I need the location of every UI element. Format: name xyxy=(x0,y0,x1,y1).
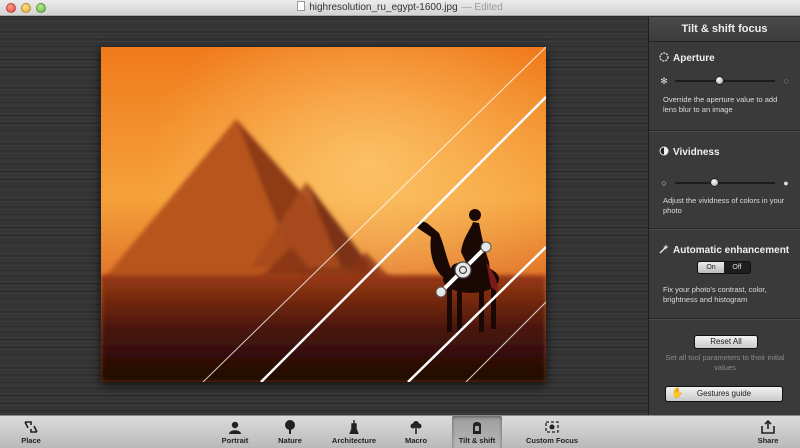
window-title: highresolution_ru_egypt-1600.jpg — Edited xyxy=(0,1,800,13)
tilt-shift-handle-start[interactable] xyxy=(435,286,447,298)
enhancement-toggle[interactable]: On Off xyxy=(697,261,751,274)
vividness-slider[interactable]: ○ ● xyxy=(659,177,791,189)
portrait-icon xyxy=(229,421,241,434)
vividness-icon xyxy=(659,146,669,156)
tilt-shift-handle-end[interactable] xyxy=(480,241,492,253)
nature-tool[interactable]: Nature xyxy=(270,416,310,448)
aperture-open-icon: ◌ xyxy=(783,76,789,86)
enhancement-heading: Automatic enhancement xyxy=(659,244,789,256)
aperture-heading: Aperture xyxy=(659,52,715,64)
document-icon xyxy=(297,1,306,11)
photo-image xyxy=(101,47,546,382)
window-filename: highresolution_ru_egypt-1600.jpg xyxy=(309,2,458,13)
vividness-low-icon: ○ xyxy=(661,178,667,188)
portrait-tool[interactable]: Portrait xyxy=(215,416,255,448)
tree-icon xyxy=(285,420,295,434)
aperture-slider[interactable]: ✻ ◌ xyxy=(659,75,791,87)
reset-all-button[interactable]: Reset All xyxy=(694,335,758,349)
gestures-guide-button[interactable]: ✋ Gestures guide xyxy=(665,386,783,402)
reset-section: Reset All Set all tool parameters to the… xyxy=(649,319,800,415)
aperture-section: Aperture ✻ ◌ Override the aperture value… xyxy=(649,43,800,131)
aperture-icon xyxy=(659,52,669,62)
flower-icon xyxy=(410,421,422,434)
hand-icon: ✋ xyxy=(671,388,684,399)
aperture-description: Override the aperture value to add lens … xyxy=(663,95,778,114)
place-icon xyxy=(24,421,38,433)
vividness-section: Vividness ○ ● Adjust the vividness of co… xyxy=(649,131,800,229)
statue-of-liberty-icon xyxy=(349,420,359,434)
macro-tool[interactable]: Macro xyxy=(398,416,434,448)
custom-focus-tool[interactable]: Custom Focus xyxy=(525,416,579,448)
share-icon xyxy=(761,420,775,434)
custom-focus-icon xyxy=(545,421,559,433)
vividness-high-icon: ● xyxy=(783,178,789,188)
tilt-shift-tool[interactable]: Tilt & shift xyxy=(452,416,502,448)
photo-preview xyxy=(101,47,546,382)
vividness-slider-knob[interactable] xyxy=(710,178,719,187)
settings-panel: Tilt & shift focus Aperture ✻ ◌ Override… xyxy=(648,17,800,415)
enhancement-on-option[interactable]: On xyxy=(698,262,724,273)
tilt-shift-icon xyxy=(473,422,481,434)
aperture-slider-knob[interactable] xyxy=(715,76,724,85)
place-tool[interactable]: Place xyxy=(12,416,50,448)
panel-title: Tilt & shift focus xyxy=(649,17,800,42)
title-bar: highresolution_ru_egypt-1600.jpg — Edited xyxy=(0,0,800,16)
reset-description: Set all tool parameters to their initial… xyxy=(665,353,785,372)
aperture-closed-icon: ✻ xyxy=(660,76,668,86)
vividness-description: Adjust the vividness of colors in your p… xyxy=(663,196,785,215)
canvas-area xyxy=(0,17,648,415)
tilt-shift-center-handle[interactable] xyxy=(454,261,472,279)
architecture-tool[interactable]: Architecture xyxy=(328,416,380,448)
enhancement-off-option[interactable]: Off xyxy=(724,262,750,273)
window-edited-status: — Edited xyxy=(461,2,503,13)
share-tool[interactable]: Share xyxy=(752,416,784,448)
bottom-toolbar: Place Portrait Nature Architecture Macro… xyxy=(0,415,800,448)
enhancement-description: Fix your photo's contrast, color, bright… xyxy=(663,285,767,304)
magic-wand-icon xyxy=(659,244,669,254)
enhancement-section: Automatic enhancement On Off Fix your ph… xyxy=(649,229,800,319)
vividness-heading: Vividness xyxy=(659,146,720,158)
